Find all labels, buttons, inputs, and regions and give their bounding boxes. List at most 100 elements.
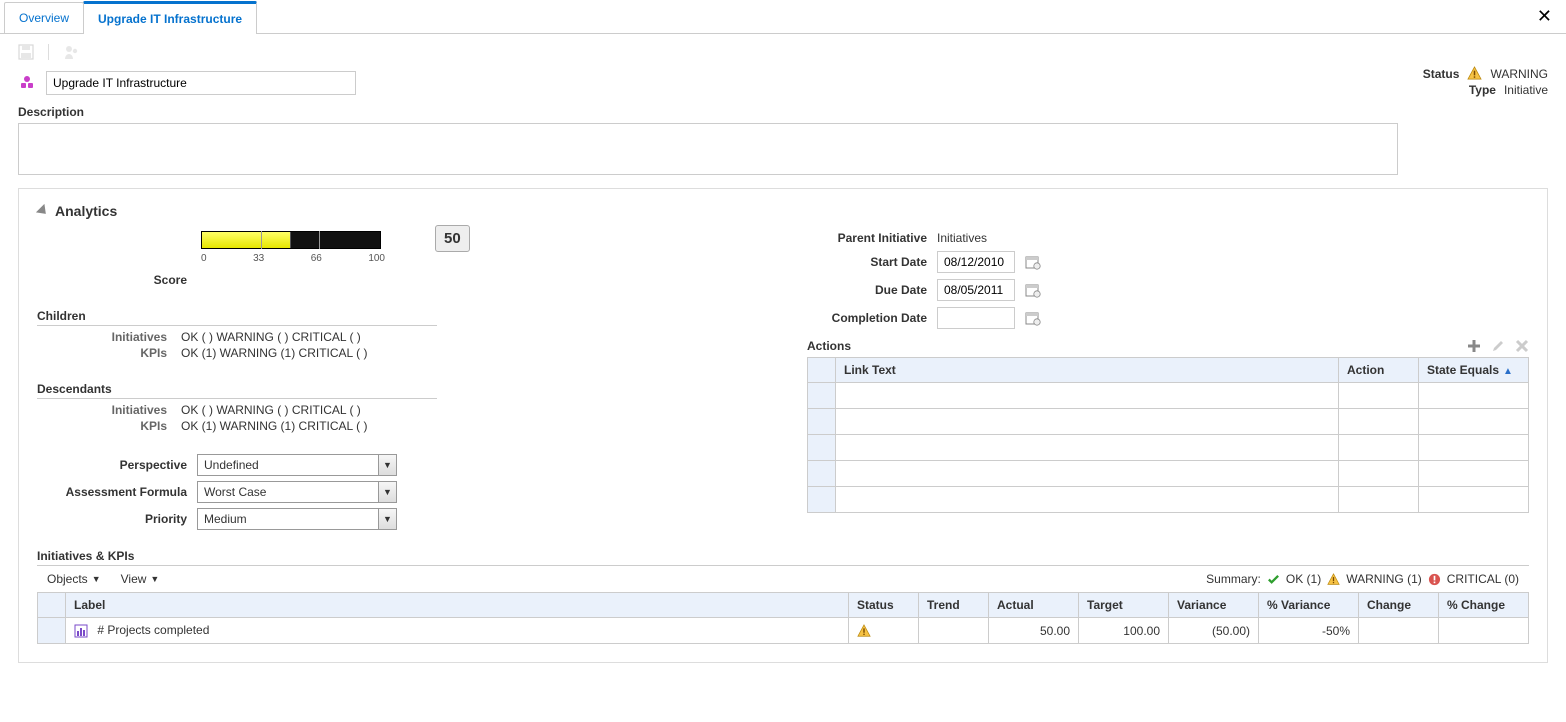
analytics-header[interactable]: Analytics <box>37 203 1529 219</box>
ik-row-status <box>849 618 919 644</box>
assessment-value: Worst Case <box>198 485 378 499</box>
score-value: 50 <box>435 225 470 252</box>
assessment-select[interactable]: Worst Case▼ <box>197 481 397 503</box>
priority-select[interactable]: Medium▼ <box>197 508 397 530</box>
delete-icon[interactable] <box>1515 339 1529 353</box>
actions-toolbar <box>1467 339 1529 353</box>
start-date-input[interactable] <box>937 251 1015 273</box>
summary-bar: Summary: OK (1) WARNING (1) CRITICAL (0) <box>1206 572 1519 586</box>
score-label: Score <box>37 231 187 287</box>
children-kpis-label: KPIs <box>37 346 167 360</box>
tick-0: 0 <box>201 253 207 264</box>
user-icon[interactable] <box>63 44 79 60</box>
description-label: Description <box>18 103 1548 121</box>
status-value: WARNING <box>1490 67 1548 81</box>
initiatives-kpis-toolbar: Objects ▼ View ▼ Summary: OK (1) WARNING… <box>37 566 1529 592</box>
table-row[interactable] <box>808 409 1529 435</box>
descendants-initiatives-value: OK ( ) WARNING ( ) CRITICAL ( ) <box>181 403 437 417</box>
ik-row-trend <box>919 618 989 644</box>
edit-icon[interactable] <box>1491 339 1505 353</box>
perspective-select[interactable]: Undefined▼ <box>197 454 397 476</box>
children-initiatives-value: OK ( ) WARNING ( ) CRITICAL ( ) <box>181 330 437 344</box>
actions-header: Actions <box>807 339 1529 353</box>
actions-th-action[interactable]: Action <box>1339 358 1419 383</box>
initiatives-kpis-heading: Initiatives & KPIs <box>37 549 1529 566</box>
type-label: Type <box>1469 83 1496 97</box>
score-gauge: 0 33 66 100 <box>201 231 421 264</box>
save-icon[interactable] <box>18 44 34 60</box>
due-date-input[interactable] <box>937 279 1015 301</box>
chevron-down-icon: ▼ <box>378 455 396 475</box>
ik-row-pct-variance: -50% <box>1259 618 1359 644</box>
calendar-icon[interactable] <box>1025 310 1041 326</box>
score-tick-labels: 0 33 66 100 <box>201 253 385 264</box>
collapse-icon <box>36 204 50 218</box>
ik-th-pct-change[interactable]: % Change <box>1439 593 1529 618</box>
ik-th-pct-variance[interactable]: % Variance <box>1259 593 1359 618</box>
score-row: Score 0 33 66 100 <box>37 231 777 287</box>
table-row[interactable] <box>808 461 1529 487</box>
table-row[interactable] <box>808 383 1529 409</box>
tab-overview[interactable]: Overview <box>4 2 84 33</box>
chevron-down-icon: ▼ <box>150 574 159 584</box>
tick-33: 33 <box>253 253 264 264</box>
actions-th-state[interactable]: State Equals▲ <box>1419 358 1529 383</box>
objects-menu[interactable]: Objects ▼ <box>47 572 101 586</box>
calendar-icon[interactable] <box>1025 254 1041 270</box>
initiatives-kpis-section: Initiatives & KPIs Objects ▼ View ▼ Summ… <box>37 549 1529 644</box>
warning-icon <box>1467 66 1482 81</box>
ok-icon <box>1267 573 1280 586</box>
table-row[interactable]: # Projects completed 50.00 100.00 (50.00… <box>38 618 1529 644</box>
score-tick-66 <box>319 231 320 249</box>
descendants-kpis-value: OK (1) WARNING (1) CRITICAL ( ) <box>181 419 437 433</box>
ik-th-trend[interactable]: Trend <box>919 593 989 618</box>
actions-table: Link Text Action State Equals▲ <box>807 357 1529 513</box>
view-menu[interactable]: View ▼ <box>121 572 160 586</box>
children-kpis-value: OK (1) WARNING (1) CRITICAL ( ) <box>181 346 437 360</box>
parent-initiative-value: Initiatives <box>937 231 987 245</box>
tick-100: 100 <box>368 253 385 264</box>
descendants-initiatives-label: Initiatives <box>37 403 167 417</box>
ik-th-rownum <box>38 593 66 618</box>
ik-row-pct-change <box>1439 618 1529 644</box>
analytics-title: Analytics <box>55 203 117 219</box>
due-date-label: Due Date <box>807 283 927 297</box>
chevron-down-icon: ▼ <box>378 509 396 529</box>
warning-icon <box>1327 573 1340 586</box>
analytics-columns: Score 0 33 66 100 <box>37 225 1529 535</box>
add-icon[interactable] <box>1467 339 1481 353</box>
summary-ok: OK (1) <box>1286 572 1321 586</box>
ik-th-target[interactable]: Target <box>1079 593 1169 618</box>
completion-date-label: Completion Date <box>807 311 927 325</box>
analytics-left-col: Score 0 33 66 100 <box>37 225 777 535</box>
ik-th-actual[interactable]: Actual <box>989 593 1079 618</box>
score-tick-33 <box>261 231 262 249</box>
editor-toolbar <box>0 34 1566 66</box>
ik-th-variance[interactable]: Variance <box>1169 593 1259 618</box>
table-row[interactable] <box>808 435 1529 461</box>
title-row: Status WARNING Type Initiative <box>18 66 1548 99</box>
completion-date-input[interactable] <box>937 307 1015 329</box>
tab-upgrade-it[interactable]: Upgrade IT Infrastructure <box>83 1 257 34</box>
status-block: Status WARNING Type Initiative <box>1423 66 1548 99</box>
body-area: Status WARNING Type Initiative Descripti… <box>0 66 1566 681</box>
close-icon[interactable]: ✕ <box>1537 6 1552 27</box>
calendar-icon[interactable] <box>1025 282 1041 298</box>
perspective-value: Undefined <box>198 458 378 472</box>
ik-th-label[interactable]: Label <box>66 593 849 618</box>
actions-th-linktext[interactable]: Link Text <box>836 358 1339 383</box>
sort-asc-icon: ▲ <box>1503 366 1513 377</box>
children-heading: Children <box>37 309 437 326</box>
table-row[interactable] <box>808 487 1529 513</box>
chevron-down-icon: ▼ <box>378 482 396 502</box>
name-input[interactable] <box>46 71 356 95</box>
summary-label: Summary: <box>1206 572 1261 586</box>
kpi-icon <box>74 624 88 638</box>
summary-critical: CRITICAL (0) <box>1447 572 1519 586</box>
score-bullet <box>201 231 381 249</box>
ik-th-status[interactable]: Status <box>849 593 919 618</box>
parent-initiative-label: Parent Initiative <box>807 231 927 245</box>
description-input[interactable] <box>18 123 1398 175</box>
ik-row-variance: (50.00) <box>1169 618 1259 644</box>
ik-th-change[interactable]: Change <box>1359 593 1439 618</box>
